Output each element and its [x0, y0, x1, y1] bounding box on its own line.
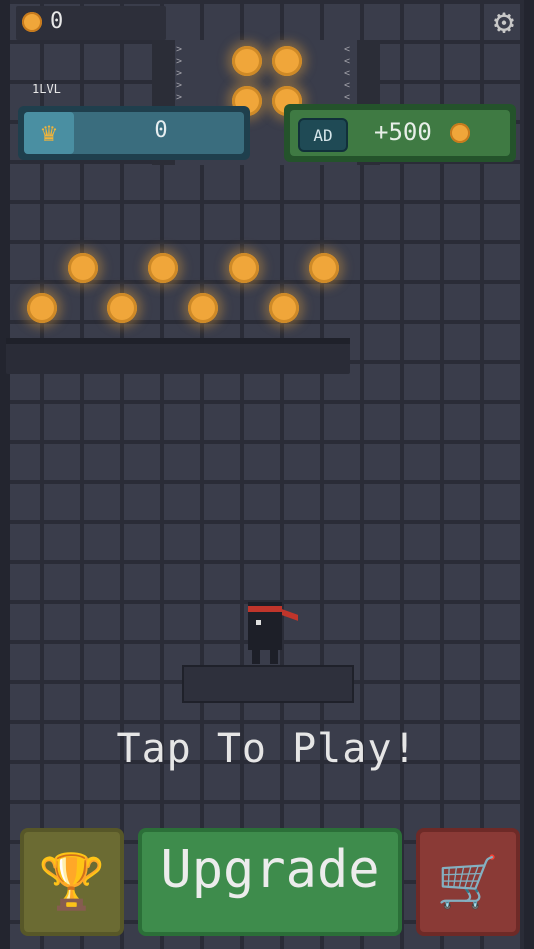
left-wall — [0, 0, 10, 949]
gear-icon[interactable]: ⚙ — [486, 4, 522, 40]
ad-reward-amount: +500 — [374, 118, 432, 146]
crown-icon: ♛ — [24, 112, 74, 154]
game-stage[interactable]: 0 ⚙ > > > > > < < < < < 1LVL ♛ 0 AD +500 Tap To … — [0, 0, 534, 949]
coin — [229, 253, 259, 283]
coin-icon — [450, 123, 470, 143]
coin — [269, 293, 299, 323]
coin — [107, 293, 137, 323]
coin — [68, 253, 98, 283]
ledge-edge — [6, 338, 350, 344]
coin — [309, 253, 339, 283]
tap-to-play-prompt[interactable]: Tap To Play! — [0, 726, 534, 772]
ninja-headband — [248, 606, 282, 612]
coin-icon — [22, 12, 42, 32]
ninja-leg — [252, 650, 260, 664]
coin — [148, 253, 178, 283]
level-label: 1LVL — [32, 82, 61, 96]
ninja-leg — [270, 650, 278, 664]
level-value: 0 — [154, 118, 168, 143]
coin — [232, 46, 262, 76]
start-platform — [182, 665, 354, 703]
tv-ad-icon: AD — [298, 118, 348, 152]
stone-ledge — [6, 340, 350, 374]
coin — [27, 293, 57, 323]
right-wall — [524, 0, 534, 949]
spike-column-right: < < < < < — [344, 44, 351, 103]
coin — [272, 46, 302, 76]
ninja-eye — [256, 620, 261, 625]
trophy-icon: 🏆 — [38, 850, 106, 913]
upgrade-button-label: Upgrade — [160, 840, 380, 900]
ninja-player — [248, 602, 298, 664]
headband-tail — [282, 609, 298, 621]
cart-icon: 🛒 — [436, 852, 500, 911]
spike-column-left: > > > > > — [176, 44, 183, 103]
coin-count: 0 — [50, 9, 64, 34]
coin — [188, 293, 218, 323]
